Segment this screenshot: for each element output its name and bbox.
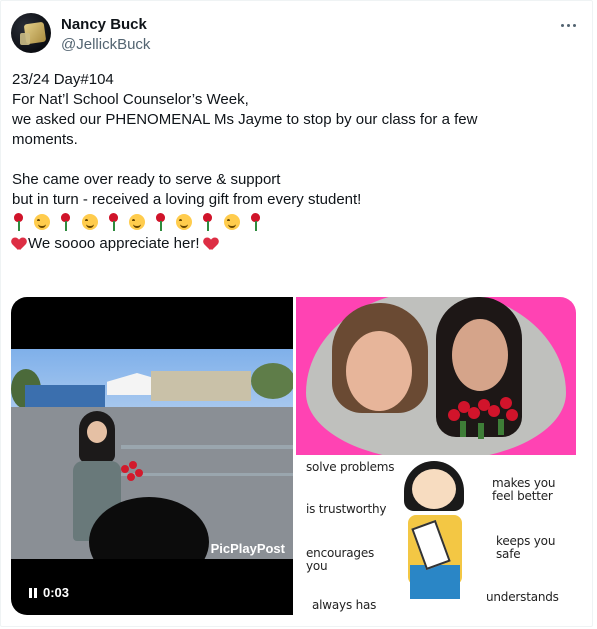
rose-emoji: [249, 213, 262, 232]
smile-emoji: [176, 214, 193, 231]
tweet-line: For Nat’l School Counselor’s Week,: [12, 91, 249, 108]
poster-text: is trustworthy: [306, 502, 387, 516]
rose-emoji: [154, 213, 167, 232]
poster-text: encourages you: [306, 546, 375, 573]
more-icon[interactable]: [556, 17, 580, 33]
poster-text: solve problems: [306, 460, 395, 474]
cartoon-girl-icon: [396, 461, 474, 611]
tweet-line: we asked our PHENOMENAL Ms Jayme to stop…: [12, 111, 478, 128]
pause-icon[interactable]: [29, 587, 37, 598]
smile-emoji: [128, 214, 145, 231]
smile-emoji: [34, 214, 51, 231]
media-grid[interactable]: PicPlayPost 0:03 solve problems is trust…: [11, 297, 576, 615]
tweet-line: moments.: [12, 131, 78, 148]
tweet-text: 23/24 Day#104 For Nat’l School Counselor…: [12, 70, 582, 254]
heart-emoji: [12, 238, 26, 251]
photo-tile[interactable]: [296, 297, 576, 455]
smile-emoji: [81, 214, 98, 231]
rose-emoji: [201, 213, 214, 232]
avatar[interactable]: [11, 13, 51, 53]
rose-emoji: [12, 213, 25, 232]
closing-text: We soooo appreciate her!: [28, 235, 200, 252]
tweet-line: but in turn - received a loving gift fro…: [12, 191, 362, 208]
video-time: 0:03: [43, 585, 70, 600]
author-name[interactable]: Nancy Buck: [61, 16, 147, 34]
video-watermark: PicPlayPost: [210, 541, 285, 556]
tweet-card[interactable]: Nancy Buck @JellickBuck 23/24 Day#104 Fo…: [0, 0, 593, 627]
video-player[interactable]: PicPlayPost 0:03: [11, 297, 293, 615]
logo-icon-part: [20, 33, 30, 45]
rose-emoji: [107, 213, 120, 232]
video-frame: [11, 349, 293, 559]
video-controls[interactable]: 0:03: [29, 585, 69, 600]
rose-emoji: [59, 213, 72, 232]
poster-text: makes you feel better: [492, 476, 556, 503]
poster-tile[interactable]: solve problems is trustworthy encourages…: [296, 457, 576, 615]
poster-text: understands: [486, 590, 559, 604]
smile-emoji: [223, 214, 240, 231]
heart-emoji: [204, 238, 218, 251]
poster-text: always has: [312, 598, 377, 612]
tweet-line: 23/24 Day#104: [12, 71, 114, 88]
emoji-row: [12, 212, 582, 234]
poster-text: keeps you safe: [496, 534, 556, 561]
tweet-line: She came over ready to serve & support: [12, 171, 281, 188]
closing-line: We soooo appreciate her!: [12, 234, 582, 254]
author-handle[interactable]: @JellickBuck: [61, 36, 150, 54]
